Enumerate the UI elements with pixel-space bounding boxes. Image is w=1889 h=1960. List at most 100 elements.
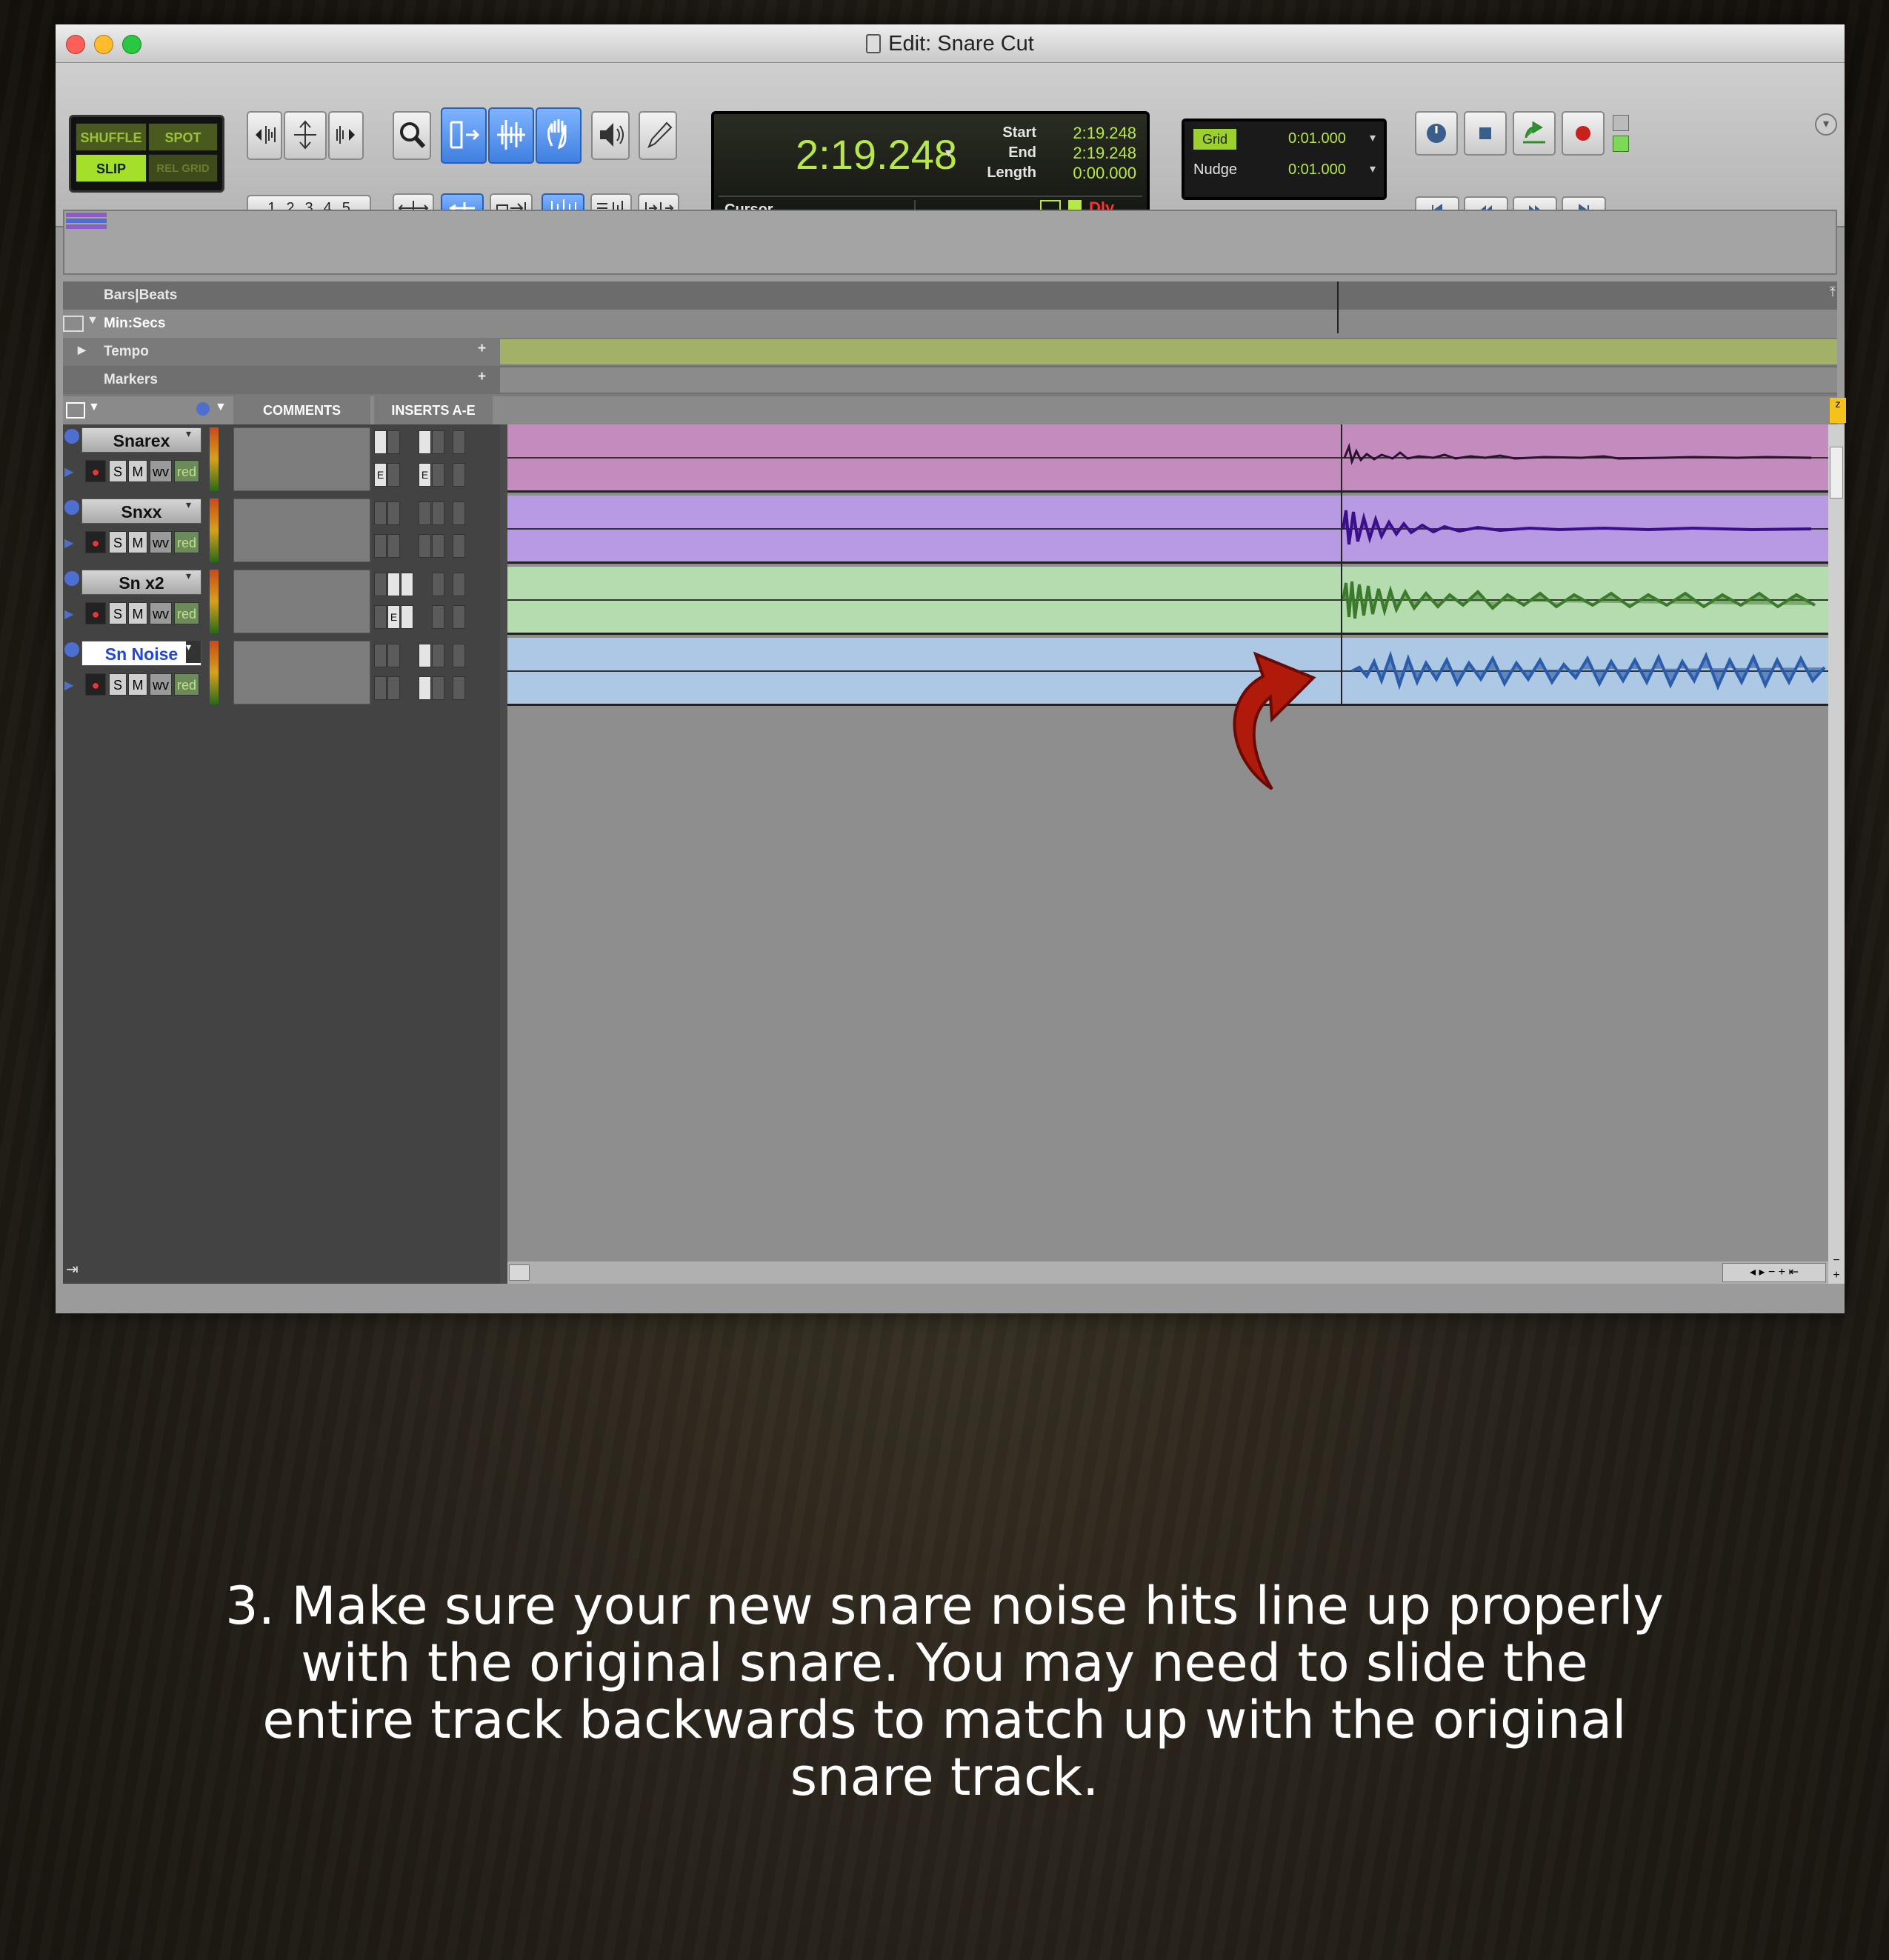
play-button[interactable] [1513,111,1556,156]
track-header-4[interactable]: Sn Noise ▾ ▶ ● S M wv red [63,638,500,706]
track-2-insert-d[interactable] [432,501,444,525]
end-value[interactable]: 2:19.248 [1055,143,1136,163]
track-3-insert-d[interactable] [432,573,444,596]
track-2-select-icon[interactable] [64,500,79,515]
track-color-dropdown-icon[interactable]: ▼ [215,401,227,414]
ruler-pin-icon[interactable]: ⤒ [1830,284,1843,304]
track-3-insert-a[interactable] [374,573,387,596]
nudge-dropdown-icon[interactable]: ▾ [1370,161,1376,176]
track-3-comments[interactable] [233,570,370,633]
track-2-insert-e[interactable] [453,501,465,525]
track-3-name[interactable]: Sn x2 [81,570,201,595]
grid-value[interactable]: 0:01.000 [1288,130,1346,147]
length-value[interactable]: 0:00.000 [1055,163,1136,183]
track-1-insert-slot-2[interactable] [387,463,400,487]
track-1-dropdown-icon[interactable]: ▾ [186,427,201,450]
track-3-insert-slot-4[interactable] [432,605,444,629]
track-3-insert-e[interactable] [453,573,465,596]
grid-button[interactable]: Grid [1193,129,1236,150]
zoom-toggle-icon[interactable]: z [1830,398,1846,423]
pencil-tool-button[interactable] [639,111,677,160]
track-4-insert-slot-2[interactable] [387,676,400,700]
online-button[interactable] [1415,111,1458,156]
toolbar-menu-icon[interactable]: ▾ [1815,113,1837,136]
zoom-out-button[interactable] [247,111,282,160]
universe-view[interactable] [63,210,1837,275]
track-3-insert-slot-1[interactable] [374,605,387,629]
track-lane-2[interactable] [507,496,1830,564]
grid-dropdown-icon[interactable]: ▾ [1370,130,1376,145]
track-4-expand-icon[interactable]: ▶ [64,678,73,693]
track-2-comments[interactable] [233,499,370,562]
track-2-insert-slot-3[interactable] [419,534,431,558]
track-1-expand-icon[interactable]: ▶ [64,464,73,479]
scrubber-tool-button[interactable] [591,111,630,160]
rel-grid-button[interactable]: REL GRID [148,154,218,182]
track-4-insert-c[interactable] [419,644,431,667]
track-3-mute-button[interactable]: M [128,602,147,624]
track-1-insert-slot-4[interactable] [432,463,444,487]
track-2-view-selector[interactable]: wv [150,531,172,553]
nudge-value[interactable]: 0:01.000 [1288,161,1346,179]
main-counter-value[interactable]: 2:19.248 [796,130,957,179]
track-1-insert-edit-a[interactable]: E [374,463,387,487]
edit-playlist[interactable]: ◂ ▸ − + ⇤ [507,424,1830,1284]
track-3-record-button[interactable]: ● [85,602,106,624]
zoomer-tool-button[interactable] [393,111,431,160]
track-4-insert-e[interactable] [453,644,465,667]
track-2-solo-button[interactable]: S [109,531,127,553]
track-4-dropdown-icon[interactable]: ▾ [186,641,201,663]
track-4-insert-slot-4[interactable] [432,676,444,700]
track-2-record-button[interactable]: ● [85,531,106,553]
track-2-insert-slot-4[interactable] [432,534,444,558]
track-header-2[interactable]: Snxx ▾ ▶ ● S M wv red [63,496,500,564]
track-2-expand-icon[interactable]: ▶ [64,536,73,550]
track-3-insert-b[interactable] [387,573,400,596]
track-1-insert-a[interactable] [374,430,387,454]
track-1-insert-c[interactable] [419,430,431,454]
track-2-insert-b[interactable] [387,501,400,525]
track-3-automation-selector[interactable]: red [174,602,199,624]
track-1-insert-slot-5[interactable] [453,463,465,487]
ruler-menu-icon[interactable] [63,316,84,332]
track-2-dropdown-icon[interactable]: ▾ [186,499,201,521]
spot-button[interactable]: SPOT [148,123,218,151]
track-4-insert-slot-1[interactable] [374,676,387,700]
track-4-name[interactable]: Sn Noise [81,641,201,666]
track-2-mute-button[interactable]: M [128,531,147,553]
track-2-insert-slot-1[interactable] [374,534,387,558]
track-4-view-selector[interactable]: wv [150,673,172,696]
ruler-tempo[interactable]: ▶ Tempo + [63,338,1837,366]
track-2-insert-a[interactable] [374,501,387,525]
track-3-insert-slot-3[interactable] [401,605,413,629]
track-header-3[interactable]: Sn x2 ▾ ▶ ● S M wv red E [63,567,500,635]
track-zoom-plus-icon[interactable]: + [1830,1269,1843,1284]
track-2-insert-slot-5[interactable] [453,534,465,558]
ruler-markers[interactable]: Markers + [63,366,1837,394]
tempo-expand-icon[interactable]: ▶ [78,344,86,356]
track-2-insert-slot-2[interactable] [387,534,400,558]
record-button[interactable] [1562,111,1605,156]
counter-dropdown-icon[interactable]: ▾ [945,145,952,161]
track-1-select-icon[interactable] [64,429,79,444]
track-3-expand-icon[interactable]: ▶ [64,607,73,621]
track-1-solo-button[interactable]: S [109,460,127,482]
track-3-solo-button[interactable]: S [109,602,127,624]
track-list-toggle-icon[interactable]: ⇥ [66,1260,79,1279]
track-3-select-icon[interactable] [64,571,79,586]
horizontal-scroll-thumb[interactable] [509,1264,530,1281]
track-3-insert-slot-5[interactable] [453,605,465,629]
zoom-controls[interactable]: ◂ ▸ − + ⇤ [1722,1263,1826,1282]
track-3-view-selector[interactable]: wv [150,602,172,624]
track-3-insert-c[interactable] [401,573,413,596]
track-1-record-button[interactable]: ● [85,460,106,482]
track-4-solo-button[interactable]: S [109,673,127,696]
waveform-zoom-button[interactable] [284,111,327,160]
selector-tool-button[interactable] [488,107,534,164]
track-lane-3[interactable] [507,567,1830,635]
track-2-name[interactable]: Snxx [81,499,201,524]
track-4-automation-selector[interactable]: red [174,673,199,696]
track-4-mute-button[interactable]: M [128,673,147,696]
horizontal-scrollbar[interactable]: ◂ ▸ − + ⇤ [507,1261,1830,1284]
track-3-dropdown-icon[interactable]: ▾ [186,570,201,592]
